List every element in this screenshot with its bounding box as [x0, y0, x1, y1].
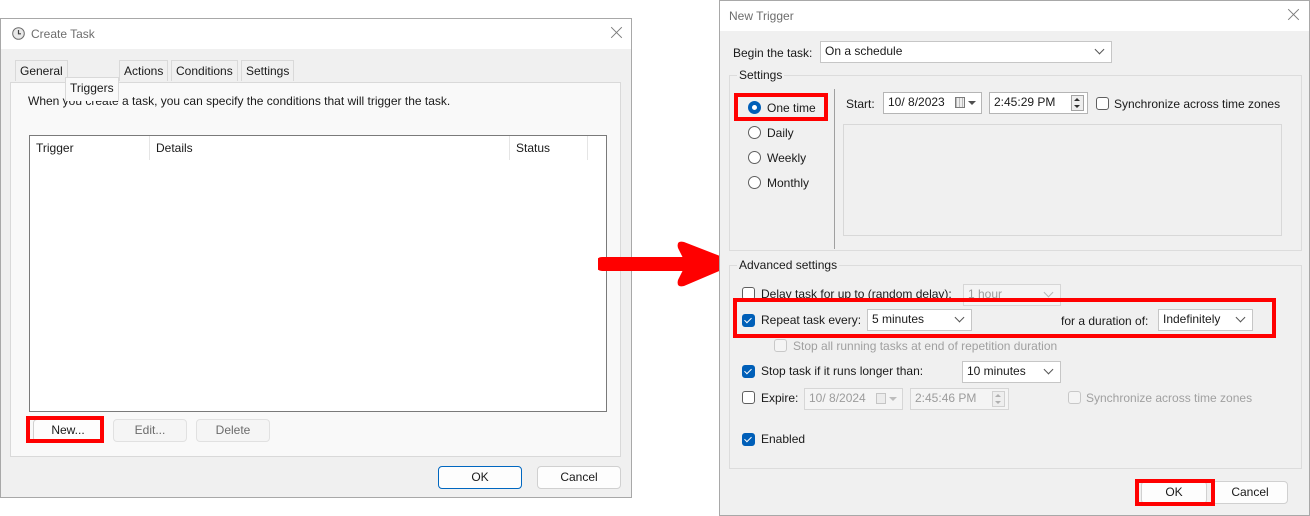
stop-all-label[interactable]: Stop all running tasks at end of repetit… — [793, 339, 1057, 353]
enabled-label[interactable]: Enabled — [761, 432, 805, 446]
column-header-status[interactable]: Status — [510, 136, 588, 160]
radio-one-time[interactable] — [748, 101, 761, 114]
tab-general[interactable]: General — [15, 60, 68, 81]
delay-label[interactable]: Delay task for up to (random delay): — [761, 287, 952, 301]
tab-settings[interactable]: Settings — [241, 60, 295, 81]
sync-time-zones-checkbox[interactable] — [1096, 97, 1109, 110]
sync-time-zones-label[interactable]: Synchronize across time zones — [1114, 97, 1280, 111]
time-spinner-icon[interactable] — [1071, 95, 1084, 111]
start-date-value: 10/ 8/2023 — [888, 95, 945, 109]
expire-sync-label[interactable]: Synchronize across time zones — [1086, 391, 1252, 405]
calendar-icon — [955, 97, 965, 108]
expire-date-picker[interactable]: 10/ 8/2024 — [804, 388, 903, 410]
calendar-icon — [876, 393, 886, 404]
settings-group-label: Settings — [737, 68, 785, 82]
triggers-list[interactable]: Trigger Details Status — [29, 135, 607, 412]
chevron-down-icon — [1094, 44, 1105, 55]
repeat-label[interactable]: Repeat task every: — [761, 313, 861, 327]
cancel-button[interactable]: Cancel — [1212, 481, 1288, 504]
chevron-down-icon — [1043, 287, 1054, 298]
settings-divider — [834, 89, 835, 249]
expire-time-picker[interactable]: 2:45:46 PM — [910, 388, 1009, 410]
expire-label[interactable]: Expire: — [761, 391, 798, 405]
repeat-interval-value: 5 minutes — [872, 312, 925, 326]
close-icon[interactable] — [609, 25, 625, 41]
schedule-details-panel — [843, 124, 1282, 236]
chevron-down-icon — [1043, 364, 1054, 375]
expire-sync-checkbox[interactable] — [1068, 391, 1081, 404]
radio-daily-label[interactable]: Daily — [767, 126, 794, 140]
ok-button[interactable]: OK — [1141, 481, 1207, 504]
delay-checkbox[interactable] — [742, 287, 755, 300]
begin-task-label: Begin the task: — [733, 46, 813, 60]
repeat-interval-select[interactable]: 5 minutes — [867, 309, 972, 331]
radio-weekly-label[interactable]: Weekly — [767, 151, 806, 165]
tab-conditions[interactable]: Conditions — [171, 60, 238, 81]
stop-if-longer-value: 10 minutes — [967, 364, 1026, 378]
start-date-picker[interactable]: 10/ 8/2023 — [883, 92, 982, 114]
radio-weekly[interactable] — [748, 151, 761, 164]
radio-one-time-label[interactable]: One time — [767, 101, 816, 115]
create-task-titlebar: Create Task — [1, 19, 631, 49]
advanced-settings-label: Advanced settings — [737, 258, 840, 272]
clock-icon — [12, 27, 25, 40]
column-header-trigger[interactable]: Trigger — [30, 136, 150, 160]
start-time-picker[interactable]: 2:45:29 PM — [989, 92, 1088, 114]
duration-select[interactable]: Indefinitely — [1158, 309, 1253, 331]
new-trigger-button[interactable]: New... — [33, 419, 103, 442]
stop-all-checkbox[interactable] — [774, 339, 787, 352]
chevron-down-icon — [1235, 312, 1246, 323]
new-trigger-dialog: New Trigger Begin the task: On a schedul… — [719, 0, 1310, 516]
expire-date-value: 10/ 8/2024 — [809, 391, 866, 405]
stop-if-longer-checkbox[interactable] — [742, 365, 755, 378]
expire-checkbox[interactable] — [742, 391, 755, 404]
expire-time-value: 2:45:46 PM — [915, 391, 977, 405]
ok-button[interactable]: OK — [438, 466, 522, 489]
cancel-button[interactable]: Cancel — [537, 466, 621, 489]
begin-task-value: On a schedule — [825, 44, 903, 58]
duration-value: Indefinitely — [1163, 312, 1221, 326]
enabled-checkbox[interactable] — [742, 433, 755, 446]
stop-if-longer-label[interactable]: Stop task if it runs longer than: — [761, 364, 923, 378]
tab-triggers[interactable]: Triggers — [65, 77, 119, 101]
repeat-checkbox[interactable] — [742, 314, 755, 327]
triggers-panel: When you create a task, you can specify … — [10, 82, 621, 457]
dialog-title: New Trigger — [729, 9, 794, 23]
delay-value: 1 hour — [968, 287, 1003, 301]
radio-daily[interactable] — [748, 126, 761, 139]
stop-if-longer-select[interactable]: 10 minutes — [962, 361, 1061, 383]
begin-task-select[interactable]: On a schedule — [820, 41, 1112, 63]
radio-monthly-label[interactable]: Monthly — [767, 176, 809, 190]
dropdown-arrow-icon — [889, 397, 897, 401]
close-icon[interactable] — [1286, 7, 1302, 23]
column-header-details[interactable]: Details — [150, 136, 510, 160]
start-label: Start: — [846, 97, 875, 111]
create-task-dialog: Create Task General Triggers Actions Con… — [0, 18, 632, 498]
chevron-down-icon — [954, 312, 965, 323]
start-time-value: 2:45:29 PM — [994, 95, 1056, 109]
new-trigger-titlebar: New Trigger — [720, 1, 1309, 31]
dropdown-arrow-icon — [968, 101, 976, 105]
edit-trigger-button[interactable]: Edit... — [113, 419, 187, 442]
time-spinner-icon[interactable] — [992, 391, 1005, 407]
radio-monthly[interactable] — [748, 176, 761, 189]
tab-actions[interactable]: Actions — [119, 60, 169, 81]
duration-label: for a duration of: — [1061, 314, 1149, 328]
dialog-title: Create Task — [31, 27, 95, 41]
delay-select[interactable]: 1 hour — [963, 284, 1061, 306]
delete-trigger-button[interactable]: Delete — [196, 419, 270, 442]
